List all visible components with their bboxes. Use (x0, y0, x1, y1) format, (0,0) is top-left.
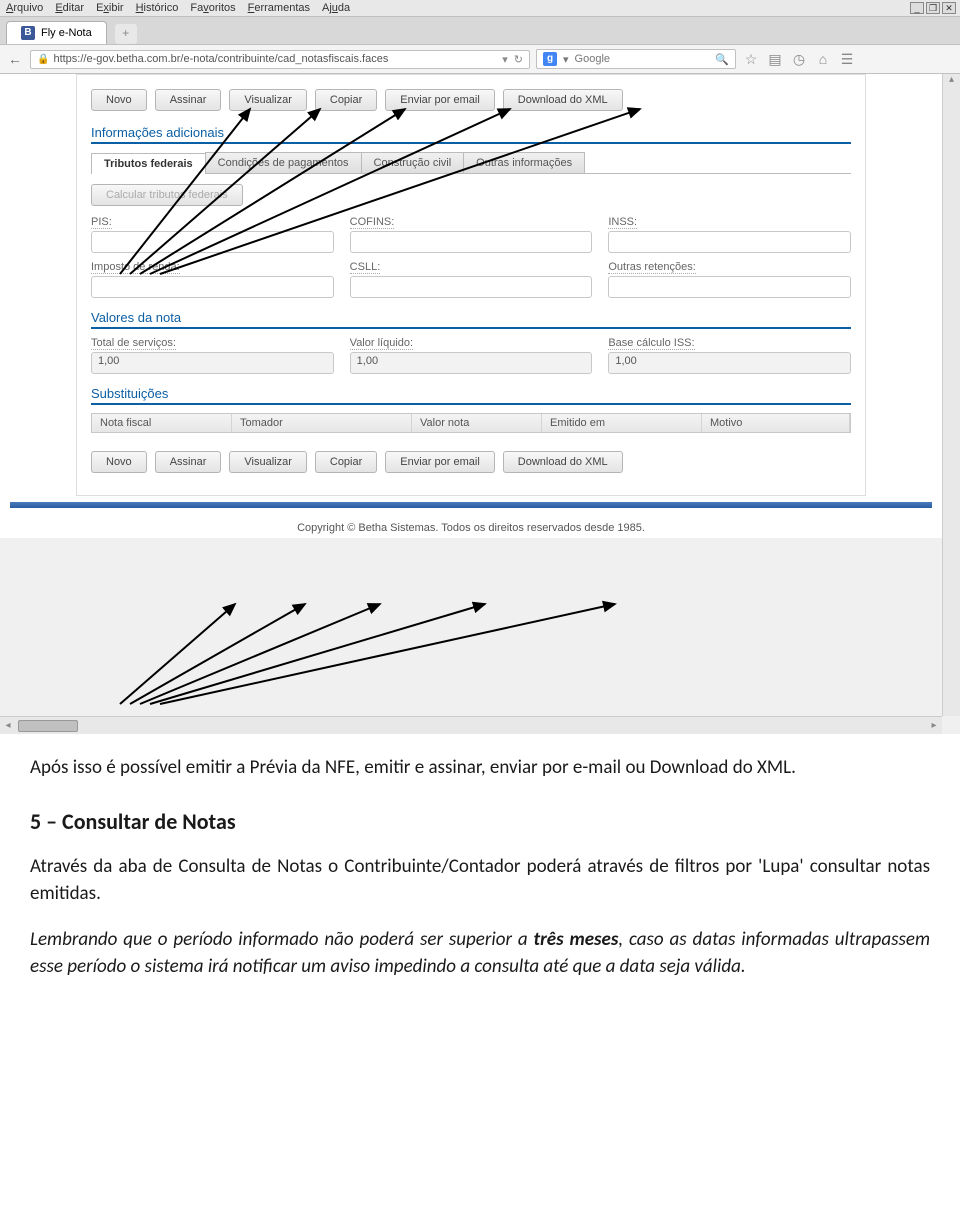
cofins-input[interactable] (350, 231, 593, 253)
dropdown-icon[interactable]: ▾ (502, 53, 508, 66)
menu-ferramentas[interactable]: Ferramentas (248, 2, 310, 14)
visualizar-button-bottom[interactable]: Visualizar (229, 451, 307, 473)
enviar-email-button-top[interactable]: Enviar por email (385, 89, 494, 111)
tab-condicoes-pagamentos[interactable]: Condições de pagamentos (205, 152, 362, 173)
section-valores-title: Valores da nota (91, 306, 851, 329)
tab-tributos-federais[interactable]: Tributos federais (91, 153, 206, 174)
visualizar-button-top[interactable]: Visualizar (229, 89, 307, 111)
browser-tab-active[interactable]: B Fly e-Nota (6, 21, 107, 44)
base-calculo-label: Base cálculo ISS: (608, 337, 694, 350)
paragraph-3: Lembrando que o período informado não po… (30, 926, 930, 981)
download-xml-button-top[interactable]: Download do XML (503, 89, 623, 111)
base-calculo-value: 1,00 (608, 352, 851, 374)
csll-input[interactable] (350, 276, 593, 298)
subs-table-header: Nota fiscal Tomador Valor nota Emitido e… (91, 413, 851, 433)
restore-button[interactable]: ❐ (926, 2, 940, 14)
menu-icon[interactable]: ☰ (838, 51, 856, 68)
menu-ajuda[interactable]: Ajuda (322, 2, 350, 14)
url-input[interactable]: 🔒 https://e-gov.betha.com.br/e-nota/cont… (30, 50, 530, 69)
window-controls: _ ❐ ✕ (910, 2, 956, 14)
reload-button[interactable]: ↻ (514, 53, 523, 66)
scroll-left-icon[interactable]: ◂ (0, 720, 16, 731)
address-bar: ← 🔒 https://e-gov.betha.com.br/e-nota/co… (0, 45, 960, 74)
novo-button-bottom[interactable]: Novo (91, 451, 147, 473)
copiar-button-bottom[interactable]: Copiar (315, 451, 377, 473)
section-subs-title: Substituições (91, 382, 851, 405)
total-servicos-label: Total de serviços: (91, 337, 176, 350)
inss-label: INSS: (608, 216, 637, 229)
url-text: https://e-gov.betha.com.br/e-nota/contri… (53, 53, 388, 65)
home-icon[interactable]: ⌂ (814, 51, 832, 67)
novo-button-top[interactable]: Novo (91, 89, 147, 111)
tab-outras-informacoes[interactable]: Outras informações (463, 152, 585, 173)
copiar-button-top[interactable]: Copiar (315, 89, 377, 111)
menu-arquivo[interactable]: Arquivo (6, 2, 43, 14)
downloads-icon[interactable]: ▤ (766, 51, 784, 68)
menu-historico[interactable]: Histórico (136, 2, 179, 14)
assinar-button-top[interactable]: Assinar (155, 89, 222, 111)
pis-input[interactable] (91, 231, 334, 253)
document-body: Após isso é possível emitir a Prévia da … (0, 734, 960, 1039)
section-info-title: Informações adicionais (91, 121, 851, 144)
scroll-right-icon[interactable]: ▸ (926, 720, 942, 731)
lock-icon: 🔒 (37, 54, 49, 65)
paragraph-1: Após isso é possível emitir a Prévia da … (30, 754, 930, 782)
imposto-renda-label: Imposto de renda: (91, 261, 180, 274)
paragraph-2: Através da aba de Consulta de Notas o Co… (30, 853, 930, 908)
horizontal-scrollbar[interactable]: ◂ ▸ (0, 716, 942, 734)
valor-liquido-value: 1,00 (350, 352, 593, 374)
th-nota-fiscal: Nota fiscal (92, 414, 232, 432)
cofins-label: COFINS: (350, 216, 395, 229)
toolbar-top: Novo Assinar Visualizar Copiar Enviar po… (91, 89, 851, 111)
toolbar-bottom: Novo Assinar Visualizar Copiar Enviar po… (91, 451, 851, 473)
info-tabs: Tributos federais Condições de pagamento… (91, 152, 851, 174)
calcular-tributos-button[interactable]: Calcular tributos federais (91, 184, 243, 206)
download-xml-button-bottom[interactable]: Download do XML (503, 451, 623, 473)
enviar-email-button-bottom[interactable]: Enviar por email (385, 451, 494, 473)
outras-retencoes-label: Outras retenções: (608, 261, 695, 274)
inss-input[interactable] (608, 231, 851, 253)
search-input[interactable]: g ▾ Google 🔍 (536, 49, 736, 69)
bookmark-icon[interactable]: ☆ (742, 51, 760, 68)
close-button[interactable]: ✕ (942, 2, 956, 14)
assinar-button-bottom[interactable]: Assinar (155, 451, 222, 473)
history-icon[interactable]: ◷ (790, 51, 808, 68)
browser-tab-strip: B Fly e-Nota + (0, 17, 960, 45)
heading-consultar-notas: 5 – Consultar de Notas (30, 808, 930, 835)
search-placeholder: Google (575, 53, 610, 65)
valor-liquido-label: Valor líquido: (350, 337, 413, 350)
copyright-text: Copyright © Betha Sistemas. Todos os dir… (10, 508, 932, 538)
search-icon[interactable]: 🔍 (715, 53, 729, 66)
th-emitido-em: Emitido em (542, 414, 702, 432)
menu-favoritos[interactable]: Favoritos (190, 2, 235, 14)
google-icon: g (543, 52, 557, 66)
imposto-renda-input[interactable] (91, 276, 334, 298)
pis-label: PIS: (91, 216, 112, 229)
menu-editar[interactable]: Editar (55, 2, 84, 14)
back-button[interactable]: ← (6, 50, 24, 68)
favicon-icon: B (21, 26, 35, 40)
total-servicos-value: 1,00 (91, 352, 334, 374)
scroll-up-icon[interactable]: ▴ (943, 74, 960, 90)
th-motivo: Motivo (702, 414, 850, 432)
minimize-button[interactable]: _ (910, 2, 924, 14)
viewport: Novo Assinar Visualizar Copiar Enviar po… (0, 74, 960, 734)
browser-menu-bar: Arquivo Editar Exibir Histórico Favorito… (0, 0, 960, 17)
tab-title: Fly e-Nota (41, 27, 92, 39)
new-tab-button[interactable]: + (115, 24, 137, 44)
vertical-scrollbar[interactable]: ▴ (942, 74, 960, 716)
scroll-thumb[interactable] (18, 720, 78, 732)
csll-label: CSLL: (350, 261, 381, 274)
th-tomador: Tomador (232, 414, 412, 432)
tab-construcao-civil[interactable]: Construção civil (361, 152, 465, 173)
th-valor-nota: Valor nota (412, 414, 542, 432)
menu-exibir[interactable]: Exibir (96, 2, 124, 14)
outras-retencoes-input[interactable] (608, 276, 851, 298)
